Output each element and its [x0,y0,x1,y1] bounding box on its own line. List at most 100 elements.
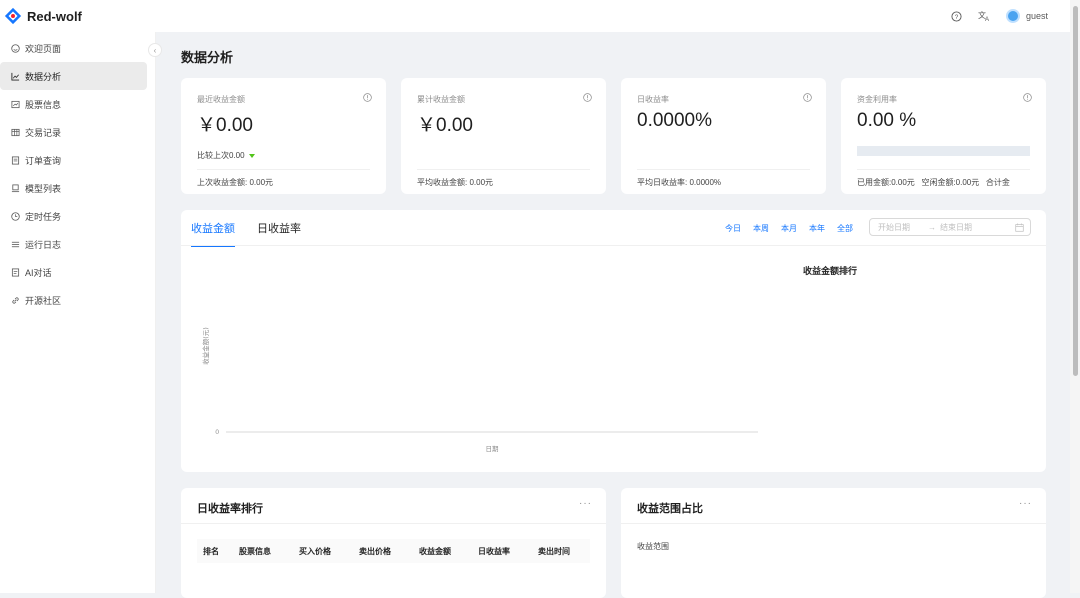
clock-icon [10,211,20,221]
utilization-progress-bar [857,146,1030,156]
sidebar-item-label: 模型列表 [25,183,62,194]
app-name: Red-wolf [27,8,82,24]
stat-footer: 上次收益金额: 0.00元 [197,178,274,187]
stat-card-latest: 最近收益金额 ￥0.00 比较上次0.00 上次收益金额: 0.00元 [181,78,386,194]
divider [197,169,370,170]
list-icon [10,239,20,249]
chart-tabs: 收益金额 日收益率 [191,220,301,247]
stat-label: 最近收益金额 [197,95,245,104]
stat-value: 0.00 % [857,110,917,131]
line-chart-icon [10,71,20,81]
stat-card-daily-rate: 日收益率 0.0000% 平均日收益率: 0.0000% [621,78,826,194]
sidebar-item[interactable]: 欢迎页面 [0,34,155,62]
stat-label: 资金利用率 [857,95,897,104]
sidebar-item[interactable]: 定时任务 [0,202,155,230]
column-header[interactable]: 卖出价格 [353,546,413,557]
stat-footer: 已用金额:0.00元 空闲金额:0.00元 合计金 [857,178,1010,187]
pie-legend-label: 收益范围 [637,542,669,551]
page-title: 数据分析 [181,50,234,65]
sidebar-item[interactable]: 模型列表 [0,174,155,202]
sidebar-item[interactable]: 股票信息 [0,90,155,118]
revenue-chart: 收益金额(元) 0 日期 [201,327,758,453]
panel-title: 日收益率排行 [197,503,263,515]
y-axis-label: 收益金额(元) [201,327,210,365]
divider [417,169,590,170]
panel-divider [621,523,1046,524]
sidebar-item[interactable]: 运行日志 [0,230,155,258]
avatar [1005,9,1020,23]
tab-revenue-amount[interactable]: 收益金额 [191,220,235,247]
tab-daily-rate[interactable]: 日收益率 [257,220,301,247]
range-year[interactable]: 本年 [809,223,825,234]
sidebar-item-label: 欢迎页面 [25,43,62,54]
stat-label: 累计收益金额 [417,95,465,104]
range-links: 今日 本周 本月 本年 全部 [725,223,853,234]
help-icon[interactable]: ? [950,9,964,23]
revenue-range-panel: 收益范围占比 ··· 收益范围 [621,488,1046,598]
sidebar-item-label: AI对话 [25,267,52,278]
date-range-picker[interactable]: 开始日期 → 结束日期 [869,218,1031,236]
app-logo[interactable]: Red-wolf [4,7,82,25]
range-arrow: → [928,222,936,232]
x-axis-label: 日期 [486,445,500,453]
range-today[interactable]: 今日 [725,223,741,234]
stat-value: ￥0.00 [197,115,253,136]
sidebar-item-label: 数据分析 [25,71,62,82]
column-header[interactable]: 股票信息 [233,546,293,557]
translate-icon[interactable]: 文A [978,9,992,23]
vertical-scrollbar[interactable] [1070,0,1080,593]
sidebar-item[interactable]: 订单查询 [0,146,155,174]
sidebar-item[interactable]: 交易记录 [0,118,155,146]
column-header[interactable]: 排名 [197,546,233,557]
collapse-sidebar-button[interactable]: ‹ [148,43,162,57]
top-header: Red-wolf ? 文A guest [0,0,1070,32]
sidebar-item-label: 交易记录 [25,127,62,138]
user-menu[interactable]: guest [1005,9,1048,23]
svg-text:?: ? [955,13,959,20]
chart-panel: 收益金额 日收益率 今日 本周 本月 本年 全部 开始日期 → 结束日期 收益金… [181,210,1046,472]
range-all[interactable]: 全部 [837,223,853,234]
sidebar-item[interactable]: 开源社区 [0,286,155,314]
sidebar-item-label: 运行日志 [25,239,62,250]
compare-text: 比较上次0.00 [197,150,255,161]
table-icon [10,127,20,137]
info-icon[interactable] [363,93,372,102]
panel-title: 收益范围占比 [637,503,703,515]
sidebar-item-label: 订单查询 [25,155,62,166]
sidebar-item[interactable]: AI对话 [0,258,155,286]
username: guest [1025,11,1048,21]
sidebar-item-label: 开源社区 [25,295,62,306]
sidebar-item[interactable]: 数据分析 [0,62,147,90]
compare-label: 比较上次0.00 [197,151,245,160]
more-icon[interactable]: ··· [579,498,592,509]
scrollbar-thumb[interactable] [1073,6,1078,376]
range-month[interactable]: 本月 [781,223,797,234]
column-header[interactable]: 日收益率 [472,546,532,557]
order-icon [10,155,20,165]
stat-label: 日收益率 [637,95,669,104]
stat-card-total: 累计收益金额 ￥0.00 平均收益金额: 0.00元 [401,78,606,194]
daily-rate-ranking-panel: 日收益率排行 ··· 排名 股票信息 买入价格 卖出价格 收益金额 日收益率 卖… [181,488,606,598]
end-date-input[interactable]: 结束日期 [940,222,972,233]
caret-down-icon [248,153,255,158]
more-icon[interactable]: ··· [1019,498,1032,509]
stock-icon [10,99,20,109]
calendar-icon[interactable] [1015,223,1024,232]
column-header[interactable]: 卖出时间 [532,546,590,557]
ranking-title: 收益金额排行 [803,266,858,276]
sidebar-item-label: 股票信息 [25,99,62,110]
column-header[interactable]: 收益金额 [413,546,472,557]
start-date-input[interactable]: 开始日期 [878,222,910,233]
stat-card-utilization: 资金利用率 0.00 % 已用金额:0.00元 空闲金额:0.00元 合计金 [841,78,1046,194]
column-header[interactable]: 买入价格 [293,546,353,557]
stat-footer: 平均日收益率: 0.0000% [637,178,722,187]
info-icon[interactable] [803,93,812,102]
logo-icon [4,7,22,25]
info-icon[interactable] [583,93,592,102]
chat-icon [10,267,20,277]
range-week[interactable]: 本周 [753,223,769,234]
info-icon[interactable] [1023,93,1032,102]
divider [637,169,810,170]
divider [857,169,1030,170]
svg-text:A: A [985,17,989,22]
